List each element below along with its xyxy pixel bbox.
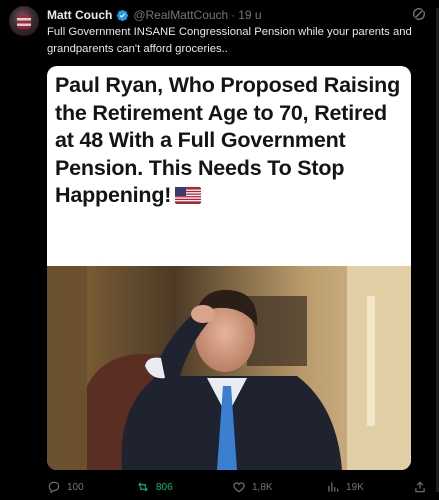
card-headline: Paul Ryan, Who Proposed Raising the Reti… [55,72,407,210]
heart-icon [233,482,245,493]
views-icon [328,482,339,492]
like-count: 1,8K [252,481,273,493]
retweet-button[interactable]: 806 [136,480,173,494]
tweet-header: Matt Couch @RealMattCouch · 19 u [47,7,262,23]
share-icon [415,481,425,493]
separator-dot: · [231,8,236,22]
card-headline-text: Paul Ryan, Who Proposed Raising the Reti… [55,73,401,207]
views-count: 19K [346,481,364,493]
views-button[interactable]: 19K [326,480,364,494]
author-handle[interactable]: @RealMattCouch [133,8,228,22]
portrait-photo [47,266,411,470]
retweet-icon [138,482,148,492]
grok-icon[interactable] [411,6,427,22]
media-card[interactable]: Paul Ryan, Who Proposed Raising the Reti… [47,66,411,470]
reply-count: 100 [67,481,84,493]
reply-button[interactable]: 100 [47,480,84,494]
timestamp[interactable]: 19 u [238,8,261,22]
us-flag-icon [175,187,202,204]
reply-icon [48,481,60,494]
tweet[interactable]: Matt Couch @RealMattCouch · 19 u Full Go… [0,0,439,500]
avatar[interactable] [9,6,39,36]
like-button[interactable]: 1,8K [232,480,273,494]
author-name[interactable]: Matt Couch [47,8,112,22]
tweet-text: Full Government INSANE Congressional Pen… [47,26,412,55]
action-bar: 100 806 1,8K 19K [0,478,439,498]
share-button[interactable] [413,480,427,494]
retweet-count: 806 [156,481,173,493]
verified-badge-icon [117,9,129,21]
